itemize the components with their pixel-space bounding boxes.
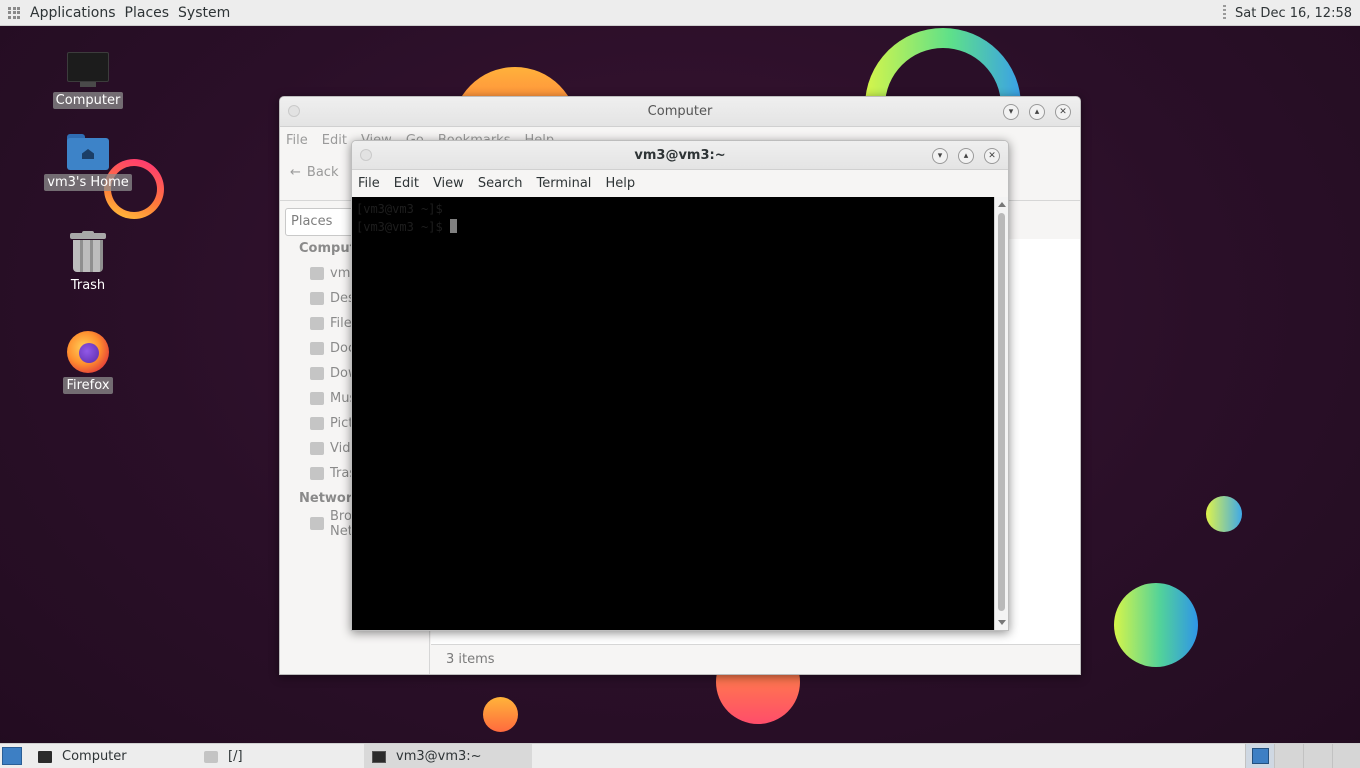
taskbar-item-terminal[interactable]: vm3@vm3:~ [364, 744, 532, 768]
terminal-scrollbar[interactable] [994, 197, 1008, 630]
clock[interactable]: Sat Dec 16, 12:58 [1235, 6, 1352, 21]
trash-icon [310, 467, 324, 480]
terminal-titlebar[interactable]: vm3@vm3:~ ▾ ▴ ✕ [352, 141, 1008, 170]
terminal-prompt: [vm3@vm3 ~]$ [356, 220, 450, 234]
desktop-icon-firefox[interactable]: Firefox [38, 331, 138, 394]
taskbar-item-label: vm3@vm3:~ [396, 749, 482, 764]
menu-view[interactable]: View [433, 176, 464, 191]
desktop-icon-home[interactable]: vm3's Home [38, 134, 138, 191]
back-button[interactable]: ← Back [290, 165, 338, 180]
menu-file[interactable]: File [358, 176, 380, 191]
home-icon [310, 267, 324, 280]
applications-grid-icon[interactable] [8, 6, 20, 19]
desktop-icon-label: Firefox [63, 377, 113, 394]
music-icon [310, 392, 324, 405]
documents-icon [310, 342, 324, 355]
desktop-icon-label: vm3's Home [44, 174, 132, 191]
minimize-button[interactable]: ▾ [1003, 104, 1019, 120]
menu-terminal[interactable]: Terminal [536, 176, 591, 191]
desktop-icon-computer[interactable]: Computer [38, 52, 138, 109]
desktop-icon-label: Computer [52, 92, 124, 109]
places-menu[interactable]: Places [125, 5, 170, 21]
terminal-prompt-line: [vm3@vm3 ~]$ [356, 218, 991, 236]
scroll-down-arrow-icon[interactable] [998, 620, 1006, 625]
desktop-icon [310, 292, 324, 305]
wallpaper-large-green-circle [1114, 583, 1198, 667]
terminal-menubar: File Edit View Search Terminal Help [352, 170, 1008, 197]
wallpaper-small-green-circle [1206, 496, 1242, 532]
show-desktop-button[interactable] [2, 747, 22, 765]
network-icon [310, 517, 324, 530]
videos-icon [310, 442, 324, 455]
file-manager-titlebar[interactable]: Computer ▾ ▴ ✕ [280, 97, 1080, 127]
workspace-2[interactable] [1274, 744, 1303, 768]
scrollbar-thumb[interactable] [998, 213, 1005, 611]
desktop-icon-label: Trash [70, 278, 106, 293]
scroll-up-arrow-icon[interactable] [998, 202, 1006, 207]
menu-search[interactable]: Search [478, 176, 523, 191]
taskbar-item-computer[interactable]: Computer [30, 744, 195, 768]
bottom-panel: Computer [/] vm3@vm3:~ [0, 743, 1360, 768]
workspace-3[interactable] [1303, 744, 1332, 768]
pictures-icon [310, 417, 324, 430]
back-arrow-icon: ← [290, 165, 301, 180]
panel-grip-handle[interactable] [1222, 5, 1226, 21]
applications-menu[interactable]: Applications [30, 5, 116, 21]
terminal-icon [372, 750, 386, 763]
home-folder-icon [67, 134, 109, 170]
taskbar-item-label: [/] [228, 749, 243, 764]
terminal-window[interactable]: vm3@vm3:~ ▾ ▴ ✕ File Edit View Search Te… [351, 140, 1009, 631]
system-menu[interactable]: System [178, 5, 230, 21]
drive-icon [310, 317, 324, 330]
workspace-4[interactable] [1332, 744, 1360, 768]
top-panel: Applications Places System Sat Dec 16, 1… [0, 0, 1360, 26]
close-button[interactable]: ✕ [1055, 104, 1071, 120]
minimize-button[interactable]: ▾ [932, 148, 948, 164]
window-title: Computer [647, 104, 713, 119]
menu-file[interactable]: File [286, 133, 308, 148]
computer-icon [67, 52, 109, 88]
trash-icon [70, 231, 106, 273]
status-bar: 3 items [431, 644, 1080, 674]
terminal-output[interactable]: [vm3@vm3 ~]$ [vm3@vm3 ~]$ [352, 197, 995, 630]
terminal-cursor [449, 219, 457, 233]
maximize-button[interactable]: ▴ [958, 148, 974, 164]
download-icon [310, 367, 324, 380]
menu-edit[interactable]: Edit [394, 176, 419, 191]
maximize-button[interactable]: ▴ [1029, 104, 1045, 120]
taskbar-item-folder[interactable]: [/] [196, 744, 364, 768]
close-button[interactable]: ✕ [984, 148, 1000, 164]
computer-icon [38, 750, 52, 763]
workspace-1[interactable] [1245, 744, 1274, 768]
firefox-icon [67, 331, 109, 373]
taskbar-item-label: Computer [62, 749, 127, 764]
terminal-line: [vm3@vm3 ~]$ [356, 202, 443, 216]
desktop-icon-trash[interactable]: Trash [38, 231, 138, 294]
back-button-label: Back [306, 165, 339, 180]
menu-help[interactable]: Help [605, 176, 635, 191]
window-title: vm3@vm3:~ [634, 148, 726, 163]
menu-edit[interactable]: Edit [322, 133, 347, 148]
wallpaper-tiny-orange-circle [483, 697, 518, 732]
folder-icon [204, 750, 218, 763]
